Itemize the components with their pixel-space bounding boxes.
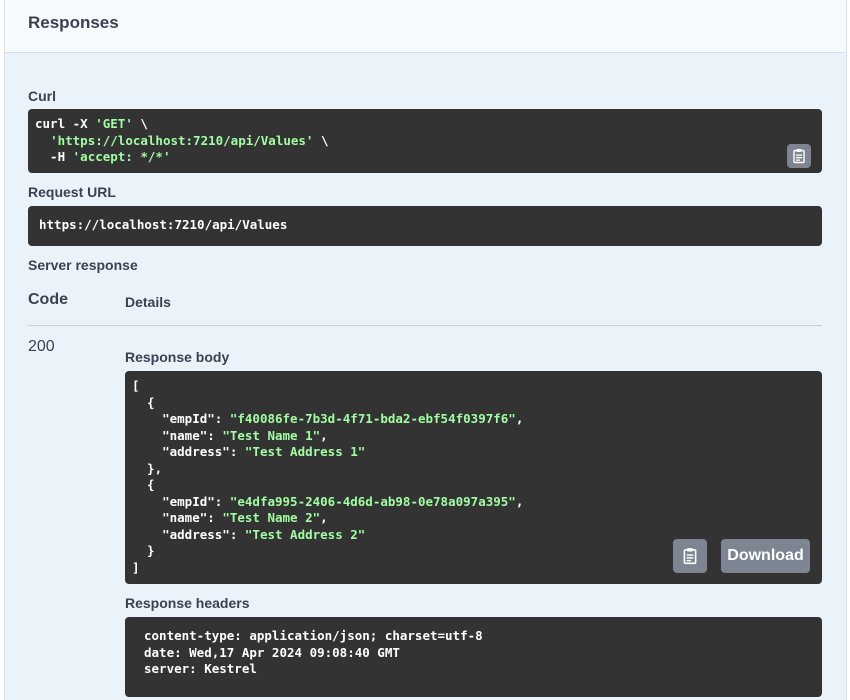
request-url-block[interactable]: https://localhost:7210/api/Values xyxy=(28,206,822,246)
copy-response-body-button[interactable] xyxy=(673,539,707,573)
copy-curl-button[interactable] xyxy=(787,144,811,168)
responses-panel: Responses Curl curl -X 'GET' \ 'https://… xyxy=(4,0,847,700)
header-line: date: Wed,17 Apr 2024 09:08:40 GMT xyxy=(144,644,400,660)
response-headers-label: Response headers xyxy=(125,595,250,611)
download-button[interactable]: Download xyxy=(721,539,810,573)
responses-header: Responses xyxy=(5,0,846,53)
details-column-header: Details xyxy=(125,294,171,310)
curl-line-3: -H 'accept: */*' xyxy=(35,149,171,164)
server-response-label: Server response xyxy=(28,257,138,273)
code-column-header: Code xyxy=(28,291,68,308)
clipboard-icon xyxy=(683,548,697,565)
curl-line-1: curl -X 'GET' \ xyxy=(35,116,148,131)
json-item-2: { "empId": "e4dfa995-2406-4d6d-ab98-0e78… xyxy=(147,477,524,558)
json-open-bracket: [ xyxy=(132,378,140,393)
response-body-block[interactable]: [ { "empId": "f40086fe-7b3d-4f71-bda2-eb… xyxy=(125,371,822,584)
status-code: 200 xyxy=(28,338,55,355)
header-line: server: Kestrel xyxy=(144,661,257,676)
request-url-label: Request URL xyxy=(28,184,116,200)
curl-code-block[interactable]: curl -X 'GET' \ 'https://localhost:7210/… xyxy=(28,109,822,173)
response-table-header: Code Details xyxy=(28,287,822,326)
response-headers-block[interactable]: content-type: application/json; charset=… xyxy=(125,617,822,697)
responses-title: Responses xyxy=(28,13,119,32)
clipboard-icon xyxy=(793,149,805,164)
json-close-bracket: ] xyxy=(132,559,140,575)
curl-label: Curl xyxy=(28,88,56,104)
request-url-value: https://localhost:7210/api/Values xyxy=(39,217,288,232)
json-item-1: { "empId": "f40086fe-7b3d-4f71-bda2-ebf5… xyxy=(147,394,524,476)
response-body-label: Response body xyxy=(125,349,230,365)
header-line: content-type: application/json; charset=… xyxy=(144,628,483,643)
curl-line-2: 'https://localhost:7210/api/Values' \ xyxy=(50,132,329,148)
